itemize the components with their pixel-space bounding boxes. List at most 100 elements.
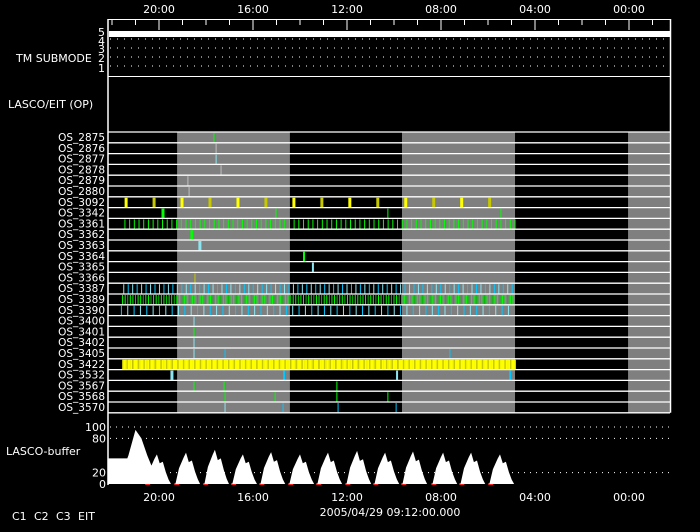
event-mark — [462, 219, 464, 229]
event-mark — [487, 359, 490, 370]
legend: C1 C2 C3 EIT — [12, 510, 95, 523]
event-mark — [453, 219, 455, 229]
event-mark — [512, 359, 515, 370]
event-mark — [393, 295, 395, 305]
event-mark — [460, 197, 464, 208]
event-mark — [240, 359, 243, 370]
event-mark — [355, 305, 357, 316]
event-mark — [494, 295, 496, 305]
event-mark — [173, 359, 175, 370]
event-mark — [285, 305, 287, 316]
event-mark — [222, 359, 224, 370]
event-mark — [412, 359, 415, 370]
event-mark — [491, 219, 493, 229]
event-mark — [246, 295, 248, 305]
tm-submode-value-bar — [109, 31, 670, 37]
event-mark — [466, 359, 468, 370]
event-mark — [421, 295, 423, 305]
event-mark — [467, 284, 469, 294]
event-mark — [213, 359, 216, 370]
event-mark — [208, 197, 212, 208]
event-mark — [445, 359, 447, 370]
event-mark — [450, 295, 452, 305]
event-mark — [308, 295, 310, 305]
event-mark — [209, 359, 212, 370]
event-mark — [473, 359, 475, 370]
event-mark — [446, 359, 449, 370]
event-mark — [368, 219, 370, 229]
event-mark — [445, 295, 447, 305]
event-mark — [474, 359, 477, 370]
event-mark — [191, 359, 193, 370]
event-mark — [457, 305, 459, 316]
event-mark — [163, 359, 165, 370]
event-mark — [312, 219, 314, 229]
event-mark — [375, 295, 377, 305]
event-mark — [274, 359, 277, 370]
event-mark — [127, 359, 130, 370]
event-mark — [222, 305, 224, 316]
event-mark — [193, 349, 195, 359]
event-mark — [253, 295, 255, 305]
event-mark — [194, 295, 196, 305]
event-mark — [277, 359, 279, 370]
event-mark — [132, 284, 134, 294]
event-mark — [378, 219, 380, 229]
event-mark — [145, 284, 147, 294]
event-mark — [469, 359, 471, 370]
event-mark — [184, 295, 186, 305]
event-mark — [422, 284, 424, 294]
event-mark — [460, 359, 463, 370]
event-mark — [500, 219, 502, 229]
event-mark — [320, 197, 324, 208]
event-mark — [168, 359, 171, 370]
event-mark — [217, 295, 219, 305]
event-mark — [370, 295, 372, 305]
event-mark — [185, 359, 188, 370]
event-mark — [198, 359, 200, 370]
event-mark — [442, 359, 444, 370]
event-mark — [377, 284, 379, 294]
event-mark — [346, 295, 348, 305]
event-mark — [275, 284, 277, 294]
event-mark — [216, 359, 219, 370]
buffer-tick-label: 0 — [99, 478, 106, 491]
event-mark — [232, 219, 234, 229]
event-mark — [401, 295, 403, 305]
event-mark — [398, 295, 400, 305]
event-mark — [328, 295, 330, 305]
event-mark — [483, 359, 485, 370]
event-mark — [428, 359, 430, 370]
event-mark — [213, 219, 215, 229]
event-mark — [279, 305, 281, 316]
event-mark — [395, 359, 398, 370]
event-mark — [501, 359, 504, 370]
event-mark — [272, 295, 274, 305]
event-mark — [400, 305, 402, 316]
event-mark — [260, 359, 263, 370]
event-mark — [146, 305, 148, 316]
event-mark — [278, 359, 281, 370]
event-mark — [437, 295, 439, 305]
event-mark — [434, 219, 436, 229]
event-mark — [264, 197, 268, 208]
event-mark — [391, 359, 394, 370]
event-mark — [456, 359, 459, 370]
event-mark — [460, 295, 462, 305]
event-mark — [471, 359, 474, 370]
event-mark — [370, 359, 373, 370]
event-mark — [194, 219, 196, 229]
event-mark — [359, 359, 361, 370]
event-mark — [287, 295, 289, 305]
event-mark — [188, 359, 191, 370]
event-mark — [248, 284, 250, 294]
event-mark — [330, 305, 332, 316]
event-mark — [415, 359, 418, 370]
event-mark — [371, 359, 374, 370]
event-mark — [264, 295, 266, 305]
event-mark — [133, 305, 135, 316]
event-mark — [386, 284, 388, 294]
event-mark — [241, 305, 243, 316]
event-mark — [378, 359, 381, 370]
event-mark — [259, 359, 261, 370]
